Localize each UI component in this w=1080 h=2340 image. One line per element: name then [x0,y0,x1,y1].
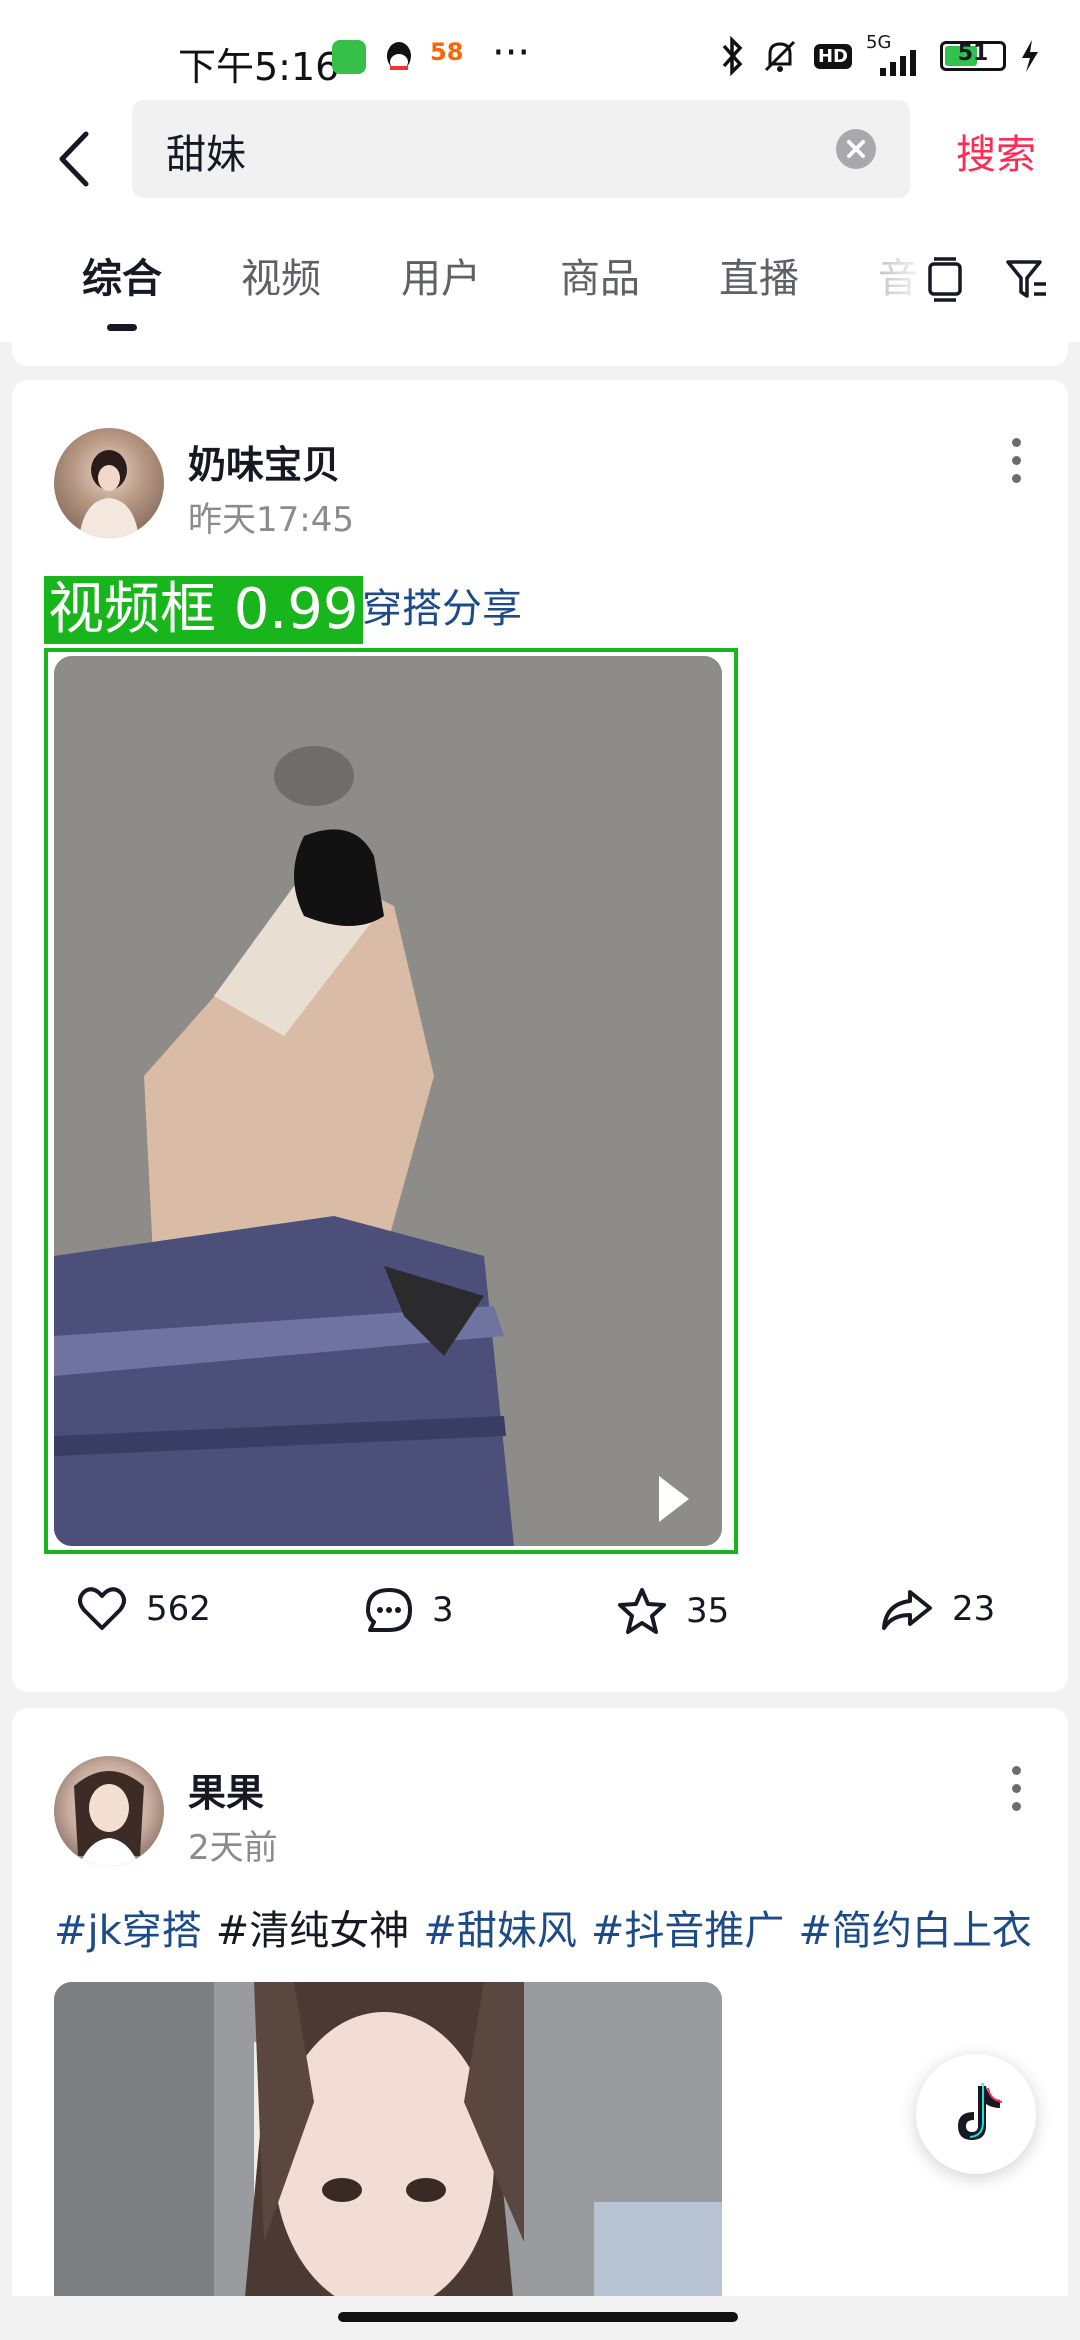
charging-icon [1022,40,1038,72]
status-bar: 下午5:16 58 ··· HD 5G 51 [0,0,1080,100]
video-frame [54,1982,722,2308]
tab-video[interactable]: 视频 [241,246,321,304]
search-button[interactable]: 搜索 [956,122,1036,180]
share-icon [882,1590,932,1630]
tab-users[interactable]: 用户 [401,246,481,304]
battery-icon: 51 [940,41,1006,71]
search-query: 甜妹 [166,132,246,178]
bluetooth-icon [722,36,743,76]
layout-toggle-icon[interactable] [924,256,966,302]
video-frame [54,656,722,1546]
tab-comprehensive[interactable]: 综合 [82,246,162,304]
signal-icon [880,50,916,76]
status-right: HD 5G 51 [720,32,1040,76]
hashtag-line: #jk穿搭 #清纯女神 #甜妹风 #抖音推广 #简约白上衣 [54,1898,1046,1956]
tab-fade [870,222,930,342]
hashtag[interactable]: #甜妹风 [423,1908,577,1954]
search-header: 甜妹 搜索 [0,100,1080,222]
username[interactable]: 果果 [188,1762,264,1817]
avatar[interactable] [54,428,164,538]
qq-icon [387,42,411,70]
share-count: 23 [952,1589,996,1629]
search-input[interactable]: 甜妹 [132,100,910,198]
more-options-icon[interactable] [1012,438,1024,492]
hashtag[interactable]: #简约白上衣 [798,1908,1032,1954]
more-options-icon[interactable] [1012,1766,1024,1820]
post-card[interactable]: 奶味宝贝 昨天17:45 视频框 0.99 穿搭分享 562 3 35 23 [12,380,1068,1692]
58-icon: 58 [430,38,464,66]
status-time: 下午5:16 [178,45,340,89]
battery-level: 51 [957,41,989,66]
like-button[interactable]: 562 [76,1586,211,1632]
favorite-button[interactable]: 35 [616,1586,729,1636]
clear-search-icon[interactable] [836,129,876,169]
home-indicator[interactable] [338,2312,738,2322]
video-thumbnail[interactable] [54,656,722,1546]
heart-icon [78,1587,126,1630]
post-time: 2天前 [188,1828,278,1868]
network-label: 5G [866,32,926,76]
active-tab-indicator [107,324,137,331]
douyin-logo-icon [958,2083,1003,2140]
comment-icon [366,1588,412,1632]
douyin-fab-button[interactable] [916,2054,1036,2174]
hashtag[interactable]: #清纯女神 [216,1908,410,1954]
hashtag[interactable]: #jk穿搭 [54,1908,202,1954]
comment-button[interactable]: 3 [364,1586,454,1634]
video-thumbnail[interactable] [54,1982,722,2308]
previous-card-bottom [12,342,1068,366]
username[interactable]: 奶味宝贝 [188,434,340,489]
status-more: ··· [492,30,531,76]
system-nav-bar [0,2296,1080,2340]
tab-live[interactable]: 直播 [719,246,799,304]
share-button[interactable]: 23 [880,1586,995,1632]
post-card[interactable]: 果果 2天前 #jk穿搭 #清纯女神 #甜妹风 #抖音推广 #简约白上衣 [12,1708,1068,2308]
tab-products[interactable]: 商品 [560,246,640,304]
mute-bell-icon [764,40,796,72]
comment-count: 3 [432,1590,454,1630]
detection-label: 视频框 0.99 [44,576,363,644]
wechat-icon [332,40,366,74]
star-icon [618,1588,666,1634]
filter-tabs: 综合 视频 用户 商品 直播 音 [0,222,1080,342]
back-arrow-icon[interactable] [50,124,100,194]
like-count: 562 [146,1589,211,1629]
favorite-count: 35 [686,1591,730,1631]
hashtag[interactable]: #抖音推广 [591,1908,785,1954]
post-time: 昨天17:45 [188,500,354,540]
avatar[interactable] [54,1756,164,1866]
filter-icon[interactable] [1004,256,1050,302]
post-caption[interactable]: 穿搭分享 [362,576,522,634]
hd-badge: HD [813,43,852,69]
